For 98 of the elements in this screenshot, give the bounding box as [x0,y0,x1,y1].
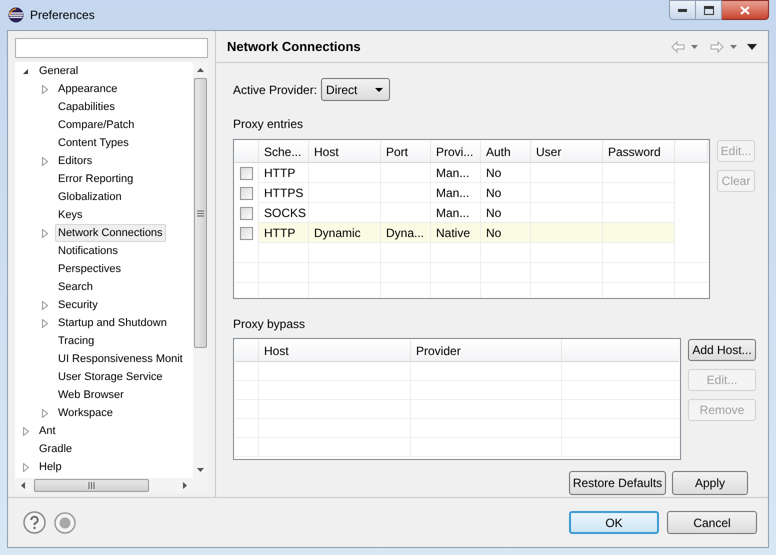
tree-item[interactable]: Editors [55,152,96,170]
checkbox[interactable] [240,186,253,200]
column-header[interactable]: User [531,141,603,162]
minimize-button[interactable] [669,0,696,20]
close-icon [740,6,750,14]
table-cell: Dyna... [386,226,424,240]
tree-item[interactable]: Globalization [55,188,125,206]
tree-item[interactable]: Compare/Patch [55,116,138,134]
provider-dropdown[interactable]: Direct [321,78,390,101]
button[interactable]: OK [569,511,659,534]
expand-triangle-icon[interactable] [22,462,28,472]
tree-item[interactable]: Workspace [55,404,116,422]
column-header[interactable]: Auth [481,141,531,162]
tree-item[interactable]: Web Browser [55,386,127,404]
back-arrow-icon[interactable] [671,40,685,52]
column-header[interactable]: Provider [411,340,562,362]
dropdown-caret-icon[interactable] [691,44,698,48]
table-row[interactable]: SOCKS Man... No [235,203,708,223]
minimize-icon [678,8,687,12]
table-cell: Dynamic [314,226,361,240]
column-header[interactable]: Sche... [259,141,309,162]
table-cell: No [486,166,502,180]
scroll-up-icon[interactable] [197,68,204,72]
column-header[interactable]: Provi... [431,141,481,162]
tree-item[interactable]: Capabilities [55,98,118,116]
table-cell: No [486,206,502,220]
vertical-scrollbar[interactable] [193,62,208,478]
app-logo-icon [8,7,24,23]
tree-item[interactable]: Help [36,458,65,476]
horizontal-scrollbar[interactable] [15,478,208,493]
grip-icon [197,210,204,216]
table-row[interactable]: HTTP Dynamic Dyna... Native No [235,223,708,243]
tree-item[interactable]: Tracing [55,332,98,350]
tree-item[interactable]: Perspectives [55,260,124,278]
table-cell: Native [436,226,470,240]
forward-arrow-icon[interactable] [710,40,724,52]
column-header[interactable]: Port [381,141,431,162]
tree-item[interactable]: UI Responsiveness Monit [55,350,186,368]
scroll-right-icon[interactable] [183,482,187,489]
table-cell: HTTPS [264,186,304,200]
tree-item[interactable]: Security [55,296,101,314]
tree-item[interactable]: Appearance [55,80,120,98]
checkbox[interactable] [240,226,253,240]
scroll-down-icon[interactable] [197,468,204,472]
button[interactable]: Restore Defaults [569,471,666,495]
tree-item[interactable]: Notifications [55,242,121,260]
tree-item[interactable]: Error Reporting [55,170,136,188]
tree-item[interactable]: Startup and Shutdown [55,314,170,332]
table-cell: Man... [436,206,470,220]
tree-item[interactable]: Content Types [55,134,132,152]
table-cell: Man... [436,166,470,180]
grip-icon [88,482,95,489]
scroll-left-icon[interactable] [21,482,25,489]
section-label: Proxy bypass [233,316,306,333]
expand-triangle-icon[interactable] [42,84,48,94]
tree-item[interactable]: Keys [55,206,86,224]
maximize-button[interactable] [696,0,722,20]
record-icon[interactable] [54,512,76,534]
expand-triangle-icon[interactable] [42,228,48,238]
collapse-triangle-icon[interactable] [22,68,29,74]
view-menu-icon[interactable] [747,44,757,50]
expand-triangle-icon[interactable] [42,156,48,166]
filter-field[interactable] [15,38,208,58]
expand-triangle-icon[interactable] [42,408,48,418]
tree-item[interactable]: Gradle [36,440,76,458]
table-row[interactable]: HTTP Man... No [235,163,708,183]
button[interactable]: Apply [672,471,748,495]
tree-item[interactable]: User Storage Service [55,368,166,386]
expand-triangle-icon[interactable] [22,426,28,436]
table-cell: HTTP [264,166,296,180]
tree-item[interactable]: Ant [36,422,59,440]
tree-item[interactable]: Search [55,278,96,296]
checkbox[interactable] [240,166,253,180]
table-cell: HTTP [264,226,296,240]
tree-item[interactable]: General [36,62,82,80]
expand-triangle-icon[interactable] [42,300,48,310]
button[interactable]: Add Host... [688,339,756,361]
field-label: Active Provider: [233,82,318,98]
table-cell: SOCKS [264,206,306,220]
checkbox[interactable] [240,206,253,220]
window-title: Preferences [30,7,95,24]
section-label: Proxy entries [233,116,304,133]
dropdown-caret-icon [375,88,384,92]
table-row[interactable]: HTTPS Man... No [235,183,708,203]
maximize-icon [704,6,714,14]
column-header[interactable]: Password [603,141,675,162]
table-cell: No [486,186,502,200]
button[interactable]: Cancel [667,511,757,534]
tree-item[interactable]: Network Connections [55,224,166,242]
page-title: Network Connections [227,38,361,56]
close-button[interactable] [722,0,769,20]
dropdown-caret-icon[interactable] [730,44,737,48]
table-cell: No [486,226,502,240]
help-icon[interactable] [23,511,46,534]
column-header[interactable]: Host [259,340,411,362]
table-cell: Man... [436,186,470,200]
column-header[interactable]: Host [309,141,381,162]
expand-triangle-icon[interactable] [42,318,48,328]
